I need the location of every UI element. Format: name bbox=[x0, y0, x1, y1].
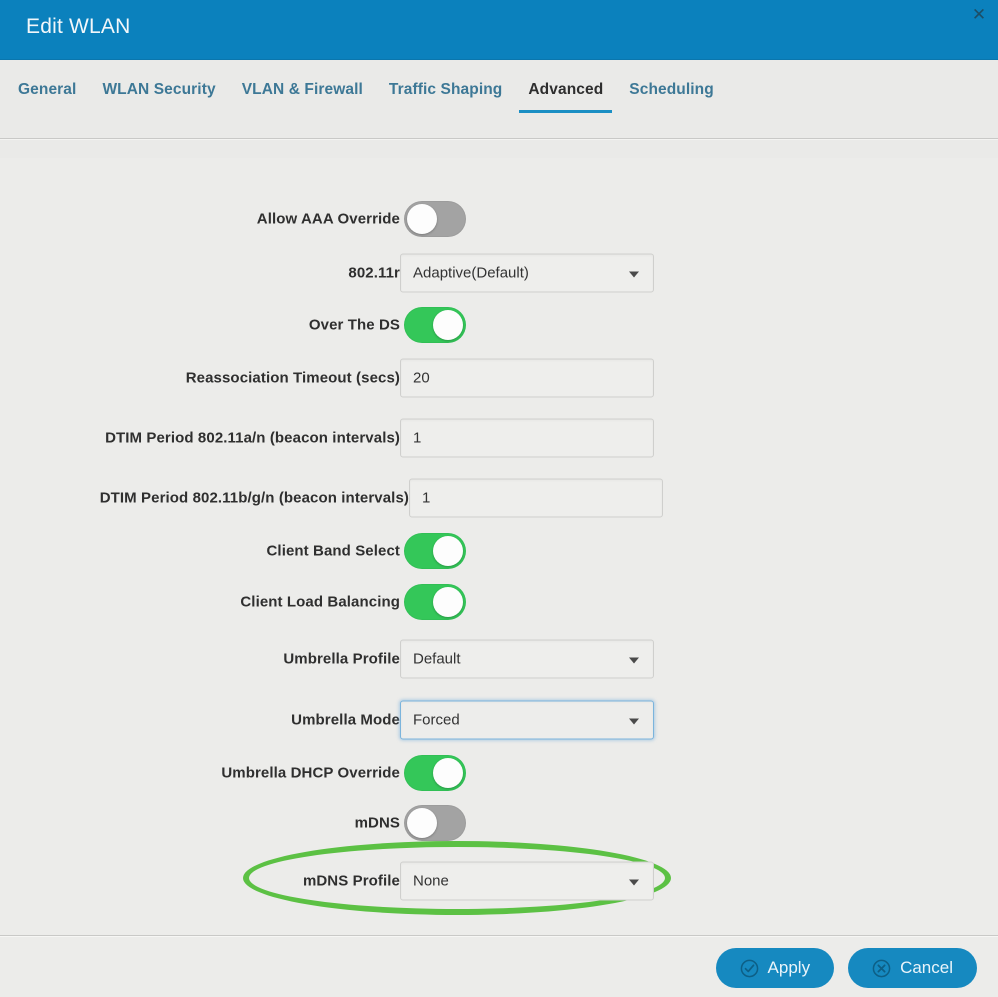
label-mdns-profile: mDNS Profile bbox=[302, 872, 400, 890]
dialog-title: Edit WLAN bbox=[26, 15, 131, 38]
value-text: 20 bbox=[413, 369, 430, 387]
label-dtim-period-802-11b-g-n-beacon-intervals: DTIM Period 802.11b/g/n (beacon interval… bbox=[99, 489, 409, 507]
input-dtim-period-802-11b-g-n-beacon-intervals[interactable]: 1 bbox=[409, 478, 663, 518]
tab-advanced[interactable]: Advanced bbox=[515, 65, 616, 113]
close-icon[interactable]: ✕ bbox=[966, 2, 992, 28]
toggle-knob bbox=[407, 808, 437, 838]
control-wrap-dtim-period-802-11b-g-n-beacon-intervals: 1 bbox=[409, 478, 663, 518]
tab-label: WLAN Security bbox=[102, 81, 216, 98]
tab-wlan-security[interactable]: WLAN Security bbox=[89, 65, 228, 113]
value-text: Adaptive(Default) bbox=[413, 264, 529, 282]
dialog-titlebar: Edit WLAN ✕ bbox=[0, 0, 998, 60]
tab-scheduling[interactable]: Scheduling bbox=[616, 65, 727, 113]
value-text: 1 bbox=[413, 429, 422, 447]
footer-button-group: Apply Cancel bbox=[715, 948, 977, 988]
input-dtim-period-802-11a-n-beacon-intervals[interactable]: 1 bbox=[400, 418, 654, 458]
cancel-button-label: Cancel bbox=[900, 958, 953, 977]
x-circle-icon bbox=[872, 959, 891, 978]
control-wrap-dtim-period-802-11a-n-beacon-intervals: 1 bbox=[400, 418, 654, 458]
apply-button[interactable]: Apply bbox=[715, 948, 835, 988]
toggle-mdns[interactable] bbox=[404, 805, 466, 841]
chevron-down-icon bbox=[629, 879, 639, 885]
select-802-11r[interactable]: Adaptive(Default) bbox=[400, 253, 654, 293]
chevron-down-icon bbox=[629, 271, 639, 277]
tab-label: Scheduling bbox=[629, 81, 714, 98]
toggle-over-the-ds[interactable] bbox=[404, 307, 466, 343]
chevron-down-icon bbox=[629, 718, 639, 724]
toggle-knob bbox=[433, 758, 463, 788]
control-wrap-umbrella-profile: Default bbox=[400, 639, 654, 679]
control-wrap-over-the-ds bbox=[400, 307, 466, 343]
edit-wlan-dialog: Edit WLAN ✕ General WLAN Security VLAN & F… bbox=[0, 0, 998, 997]
advanced-settings-form: Allow AAA Override 802.11r Adaptive(Defaul… bbox=[0, 158, 998, 935]
label-dtim-period-802-11a-n-beacon-intervals: DTIM Period 802.11a/n (beacon intervals) bbox=[105, 429, 400, 447]
label-802-11r: 802.11r bbox=[348, 264, 400, 282]
toggle-knob bbox=[407, 204, 437, 234]
label-umbrella-profile: Umbrella Profile bbox=[283, 650, 400, 668]
tab-label: Advanced bbox=[528, 81, 604, 98]
label-over-the-ds: Over The DS bbox=[308, 316, 400, 334]
label-umbrella-dhcp-override: Umbrella DHCP Override bbox=[221, 764, 400, 782]
label-umbrella-mode: Umbrella Mode bbox=[291, 711, 400, 729]
input-reassociation-timeout-secs[interactable]: 20 bbox=[400, 358, 654, 398]
select-mdns-profile[interactable]: None bbox=[400, 861, 654, 901]
control-wrap-reassociation-timeout-secs: 20 bbox=[400, 358, 654, 398]
toggle-client-load-balancing[interactable] bbox=[404, 584, 466, 620]
toggle-allow-aaa-override[interactable] bbox=[404, 201, 466, 237]
value-text: Forced bbox=[413, 711, 460, 729]
label-allow-aaa-override: Allow AAA Override bbox=[256, 210, 400, 228]
value-text: 1 bbox=[422, 489, 431, 507]
tab-label: VLAN & Firewall bbox=[241, 81, 363, 98]
toggle-knob bbox=[433, 587, 463, 617]
label-client-load-balancing: Client Load Balancing bbox=[240, 593, 400, 611]
apply-button-label: Apply bbox=[767, 958, 811, 977]
value-text: Default bbox=[413, 650, 461, 668]
tab-label: General bbox=[18, 81, 77, 98]
check-circle-icon bbox=[740, 959, 759, 978]
chevron-down-icon bbox=[629, 657, 639, 663]
tab-list: General WLAN Security VLAN & Firewall Traff… bbox=[0, 60, 727, 118]
label-reassociation-timeout-secs: Reassociation Timeout (secs) bbox=[185, 369, 400, 387]
control-wrap-client-band-select bbox=[400, 533, 466, 569]
control-wrap-802-11r: Adaptive(Default) bbox=[400, 253, 654, 293]
select-umbrella-profile[interactable]: Default bbox=[400, 639, 654, 679]
toggle-umbrella-dhcp-override[interactable] bbox=[404, 755, 466, 791]
toggle-client-band-select[interactable] bbox=[404, 533, 466, 569]
tab-general[interactable]: General bbox=[5, 65, 89, 113]
control-wrap-mdns bbox=[400, 805, 466, 841]
toggle-knob bbox=[433, 536, 463, 566]
label-client-band-select: Client Band Select bbox=[266, 542, 400, 560]
control-wrap-umbrella-mode: Forced bbox=[400, 700, 654, 740]
tab-traffic-shaping[interactable]: Traffic Shaping bbox=[376, 65, 515, 113]
tab-vlan-firewall[interactable]: VLAN & Firewall bbox=[229, 65, 376, 113]
label-mdns: mDNS bbox=[354, 814, 400, 832]
value-text: None bbox=[413, 872, 449, 890]
tab-label: Traffic Shaping bbox=[388, 81, 503, 98]
control-wrap-umbrella-dhcp-override bbox=[400, 755, 466, 791]
toggle-knob bbox=[433, 310, 463, 340]
tab-divider bbox=[0, 138, 998, 139]
select-umbrella-mode[interactable]: Forced bbox=[400, 700, 654, 740]
tab-bar: General WLAN Security VLAN & Firewall Traff… bbox=[0, 60, 998, 158]
dialog-footer: Apply Cancel bbox=[0, 935, 998, 997]
cancel-button[interactable]: Cancel bbox=[848, 948, 977, 988]
control-wrap-allow-aaa-override bbox=[400, 201, 466, 237]
control-wrap-mdns-profile: None bbox=[400, 861, 654, 901]
control-wrap-client-load-balancing bbox=[400, 584, 466, 620]
